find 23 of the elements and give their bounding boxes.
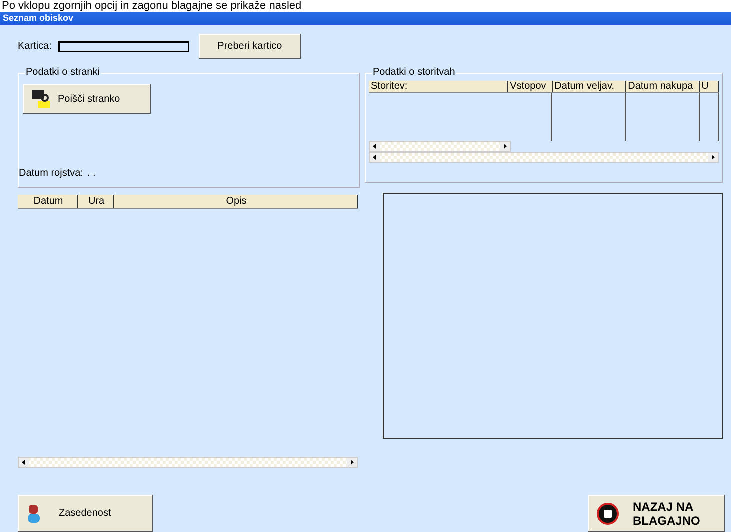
search-customer-button[interactable]: Poišči stranko [23, 84, 151, 114]
stop-icon [597, 502, 619, 524]
birth-date-value: . . [87, 168, 96, 179]
horizontal-scrollbar[interactable] [369, 141, 511, 152]
column-header[interactable]: Opis [114, 195, 358, 208]
birth-date-label: Datum rojstva: [19, 168, 84, 179]
read-card-button[interactable]: Preberi kartico [198, 34, 301, 58]
caption-text: Po vklopu zgornjih opcij in zagonu blagajne se prikaže nasled [0, 0, 731, 12]
column-header[interactable]: Ura [78, 195, 114, 208]
column-header[interactable]: Datum veljav. [552, 81, 626, 92]
card-label: Kartica: [18, 40, 52, 52]
horizontal-scrollbar[interactable] [18, 457, 358, 468]
occupancy-button[interactable]: Zasedenost [18, 495, 153, 532]
back-to-register-button[interactable]: NAZAJ NA BLAGAJNO [588, 495, 725, 532]
column-header[interactable]: Datum [18, 195, 78, 208]
column-header[interactable]: Vstopov [508, 81, 553, 92]
horizontal-scrollbar[interactable] [369, 152, 719, 163]
column-header[interactable]: Datum nakupa [626, 81, 700, 92]
column-header[interactable]: U [700, 81, 719, 92]
window-title: Seznam obiskov [3, 13, 74, 23]
person-icon [27, 504, 41, 524]
column-header[interactable]: Storitev: [369, 81, 508, 92]
card-input-field[interactable] [58, 40, 189, 52]
